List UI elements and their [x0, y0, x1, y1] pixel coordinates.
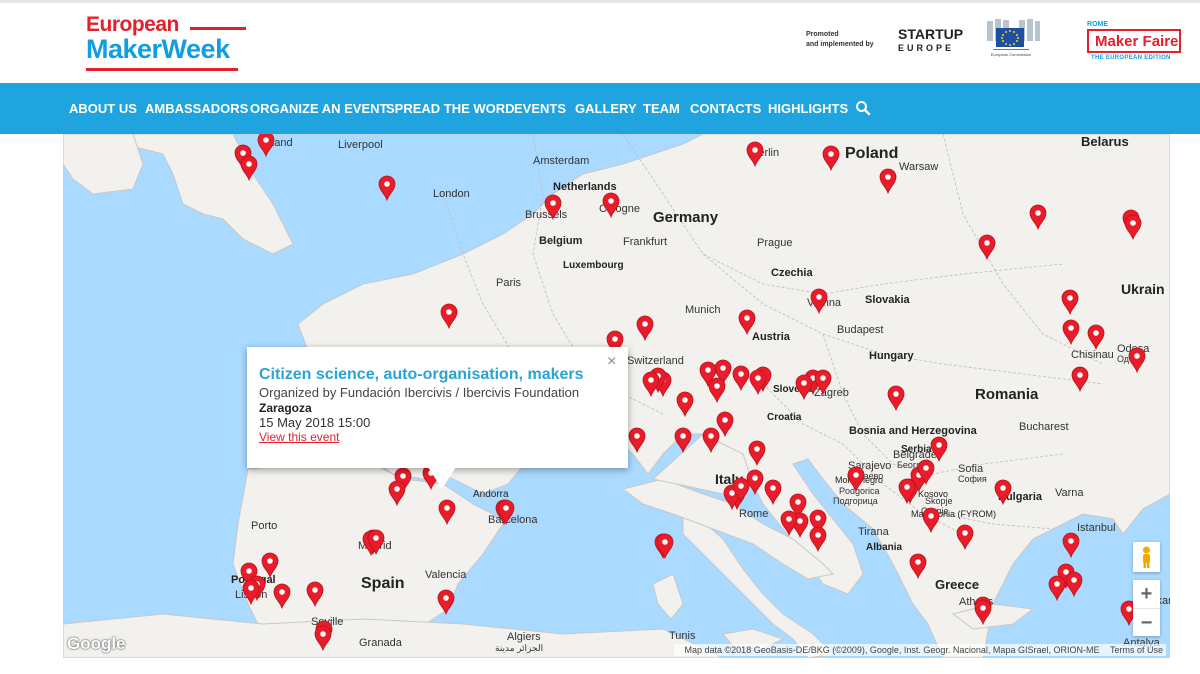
city-label: Valencia	[425, 569, 467, 581]
european-maker-week-logo[interactable]: European MakerWeek	[86, 13, 246, 75]
nav-gallery[interactable]: GALLERY	[575, 101, 637, 116]
country-label: Slovakia	[865, 294, 911, 306]
city-label: Barcelona	[488, 514, 538, 526]
nav-ambassadors[interactable]: AMBASSADORS	[145, 101, 248, 116]
country-label: Switzerland	[627, 355, 684, 367]
view-event-link[interactable]: View this event	[259, 430, 340, 444]
main-nav: ABOUT US AMBASSADORS ORGANIZE AN EVENT S…	[0, 83, 1200, 134]
city-label: Podgorica	[839, 486, 880, 496]
event-city: Zaragoza	[259, 401, 312, 415]
country-label: Andorra	[473, 489, 509, 500]
startup-line-1: STARTUP	[898, 26, 964, 42]
country-label: Albania	[866, 542, 903, 553]
maker-faire-edition: THE EUROPEAN EDITION	[1091, 55, 1171, 61]
country-label: Spain	[361, 575, 405, 592]
maker-faire-name: Maker Faire	[1095, 33, 1179, 50]
nav-highlights[interactable]: HIGHLIGHTS	[768, 101, 848, 116]
info-window-pointer	[428, 467, 456, 489]
map-attribution: Map data ©2018 GeoBasis-DE/BKG (©2009), …	[673, 644, 1166, 656]
country-label: Czechia	[771, 267, 813, 279]
startup-europe-logo[interactable]: STARTUP EUROPE	[898, 27, 963, 55]
implemented-label: and implemented by	[806, 41, 874, 48]
event-info-window: × Citizen science, auto-organisation, ma…	[247, 347, 628, 489]
zoom-out-button[interactable]: −	[1133, 608, 1160, 637]
street-view-button[interactable]	[1133, 542, 1160, 572]
city-label: Istanbul	[1077, 522, 1116, 534]
city-label: Brussels	[525, 209, 568, 221]
city-label: Zagreb	[814, 387, 849, 399]
zoom-in-button[interactable]: +	[1133, 580, 1160, 608]
european-commission-icon: European Commission	[987, 19, 1040, 57]
city-label: London	[433, 188, 470, 200]
nav-events[interactable]: EVENTS	[514, 101, 566, 116]
country-label: Germany	[653, 209, 719, 226]
close-icon[interactable]: ×	[607, 354, 616, 370]
maker-faire-logo[interactable]: ROME Maker Faire THE EUROPEAN EDITION	[1087, 21, 1183, 63]
country-label: Luxembourg	[563, 260, 624, 271]
event-title: Citizen science, auto-organisation, make…	[259, 366, 584, 383]
logo-underline	[86, 68, 238, 71]
city-label: Skopje	[925, 496, 953, 506]
map-data-credit: Map data ©2018 GeoBasis-DE/BKG (©2009), …	[684, 645, 1100, 655]
logo-line-2: MakerWeek	[86, 34, 230, 64]
nav-spread-the-word[interactable]: SPREAD THE WORD	[386, 101, 515, 116]
city-label: الجزائر مدينة	[495, 643, 543, 654]
country-label: Netherlands	[553, 181, 617, 193]
country-label: Belarus	[1081, 134, 1129, 149]
city-label: Paris	[496, 277, 522, 289]
city-label: Porto	[251, 520, 277, 532]
terms-of-use-link[interactable]: Terms of Use	[1110, 645, 1163, 655]
search-icon[interactable]	[855, 100, 871, 116]
european-commission-logo[interactable]: European Commission	[981, 19, 1041, 64]
nav-organize-an-event[interactable]: ORGANIZE AN EVENT	[250, 101, 387, 116]
city-label: Tunis	[669, 630, 696, 642]
city-label: Bucharest	[1019, 421, 1069, 433]
nav-contacts[interactable]: CONTACTS	[690, 101, 761, 116]
city-label: Frankfurt	[623, 236, 667, 248]
city-label: София	[958, 474, 987, 484]
city-label: Tirana	[858, 526, 890, 538]
nav-about-us[interactable]: ABOUT US	[69, 101, 137, 116]
country-label: Bosnia and Herzegovina	[849, 425, 978, 437]
startup-line-2: EUROPE	[898, 43, 955, 53]
city-label: Warsaw	[899, 161, 938, 173]
google-logo: Google	[67, 634, 126, 653]
country-label: Greece	[935, 577, 979, 592]
country-label: Romania	[975, 386, 1039, 403]
maker-faire-box: Maker Faire	[1087, 29, 1181, 53]
city-label: Budapest	[837, 324, 883, 336]
nav-team[interactable]: TEAM	[643, 101, 680, 116]
city-label: Chisinau	[1071, 349, 1114, 361]
country-label: Hungary	[869, 350, 915, 362]
logo-accent-bar	[190, 27, 246, 30]
country-label: Ukrain	[1121, 281, 1165, 297]
pegman-icon	[1143, 546, 1150, 568]
city-label: Varna	[1055, 487, 1084, 499]
site-header: European MakerWeek Promoted and implemen…	[0, 3, 1200, 83]
country-label: Belgium	[539, 235, 583, 247]
city-label: Granada	[359, 637, 403, 649]
zoom-controls: + −	[1133, 580, 1160, 636]
maker-faire-city: ROME	[1087, 21, 1108, 28]
city-label: Munich	[685, 304, 720, 316]
country-label: Austria	[752, 331, 791, 343]
promoted-by-text: Promoted and implemented by	[806, 30, 874, 50]
country-label: Poland	[845, 145, 898, 162]
city-label: Подгорица	[833, 496, 878, 506]
city-label: Algiers	[507, 631, 541, 643]
city-label: Prague	[757, 237, 792, 249]
city-label: Liverpool	[338, 139, 383, 151]
event-datetime: 15 May 2018 15:00	[259, 415, 371, 430]
country-label: Croatia	[767, 412, 802, 423]
city-label: Rome	[739, 508, 768, 520]
eu-caption: European Commission	[991, 52, 1031, 57]
event-organizer: Organized by Fundación Ibercivis / Iberc…	[259, 385, 580, 400]
city-label: Amsterdam	[533, 155, 589, 167]
promoted-label: Promoted	[806, 31, 839, 38]
